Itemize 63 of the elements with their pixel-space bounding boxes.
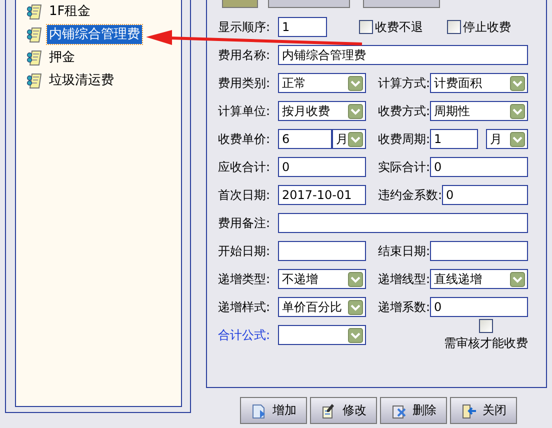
document-icon xyxy=(26,4,44,20)
dropdown[interactable]: 月 xyxy=(332,129,366,149)
field-label: 收费单价: xyxy=(218,130,272,148)
dropdown[interactable]: 不递增 xyxy=(278,269,366,289)
action-button[interactable]: 修改 xyxy=(310,397,377,424)
tree-item[interactable]: 1F租金 xyxy=(47,2,93,21)
document-icon xyxy=(250,402,266,418)
document-icon xyxy=(26,72,44,88)
input-field[interactable]: 1 xyxy=(430,129,478,149)
field-label: 应收合计: xyxy=(218,158,272,176)
field-label: 实际合计: xyxy=(378,158,430,176)
tree-item[interactable]: 内铺综合管理费 xyxy=(47,25,142,44)
field-label: 费用备注: xyxy=(218,214,272,232)
input-field[interactable]: 1 xyxy=(278,17,327,37)
dropdown[interactable] xyxy=(278,325,366,345)
field-label: 递增样式: xyxy=(218,298,272,316)
field-label: 计算方式: xyxy=(378,74,430,92)
action-button[interactable]: 删除 xyxy=(380,397,447,424)
field-label: 计算单位: xyxy=(218,102,272,120)
dropdown[interactable]: 周期性 xyxy=(430,101,528,121)
exit-icon xyxy=(460,402,476,418)
field-label: 递增线型: xyxy=(378,270,430,288)
checkbox[interactable]: 停止收费 xyxy=(447,18,511,36)
dropdown[interactable]: 按月收费 xyxy=(278,101,366,121)
checkbox[interactable]: 收费不退 xyxy=(359,18,423,36)
field-label: 违约金系数: xyxy=(378,186,442,204)
cut-off-button[interactable] xyxy=(268,0,350,8)
field-label: 费用名称: xyxy=(218,46,272,64)
field-label: 递增类型: xyxy=(218,270,272,288)
dropdown[interactable]: 单价百分比 xyxy=(278,297,366,317)
input-field[interactable]: 6 xyxy=(278,129,332,149)
input-field[interactable]: 内铺综合管理费 xyxy=(278,45,528,65)
field-label: 收费方式: xyxy=(378,102,430,120)
document-icon xyxy=(26,26,44,42)
input-field[interactable]: 0 xyxy=(430,157,528,177)
tree-item[interactable]: 押金 xyxy=(47,48,77,67)
action-button[interactable]: 关闭 xyxy=(450,397,517,424)
input-field[interactable] xyxy=(278,241,366,261)
document-icon xyxy=(26,50,44,66)
dropdown[interactable]: 直线递增 xyxy=(430,269,528,289)
cut-off-button[interactable] xyxy=(363,0,440,8)
tree-item[interactable]: 垃圾清运费 xyxy=(47,71,116,90)
dropdown[interactable]: 计费面积 xyxy=(430,73,528,93)
field-label: 收费周期: xyxy=(378,130,430,148)
delete-icon xyxy=(390,402,406,418)
edit-icon xyxy=(320,402,336,418)
input-field[interactable]: 0 xyxy=(278,157,366,177)
input-field[interactable] xyxy=(278,213,528,233)
action-button[interactable]: 增加 xyxy=(240,397,307,424)
field-label: 首次日期: xyxy=(218,186,272,204)
field-label: 费用类别: xyxy=(218,74,272,92)
dropdown[interactable]: 月 xyxy=(486,129,528,149)
input-field[interactable] xyxy=(430,241,528,261)
dropdown[interactable]: 正常 xyxy=(278,73,366,93)
field-label: 递增系数: xyxy=(378,298,430,316)
field-label: 开始日期: xyxy=(218,242,272,260)
formula-link[interactable]: 合计公式: xyxy=(218,326,278,344)
checkbox[interactable]: 需审核才能收费 xyxy=(444,318,528,352)
field-label: 显示顺序: xyxy=(218,18,272,36)
input-field[interactable]: 2017-10-01 xyxy=(278,185,366,205)
input-field[interactable]: 0 xyxy=(430,297,528,317)
input-field[interactable]: 0 xyxy=(442,185,528,205)
field-label: 结束日期: xyxy=(378,242,430,260)
